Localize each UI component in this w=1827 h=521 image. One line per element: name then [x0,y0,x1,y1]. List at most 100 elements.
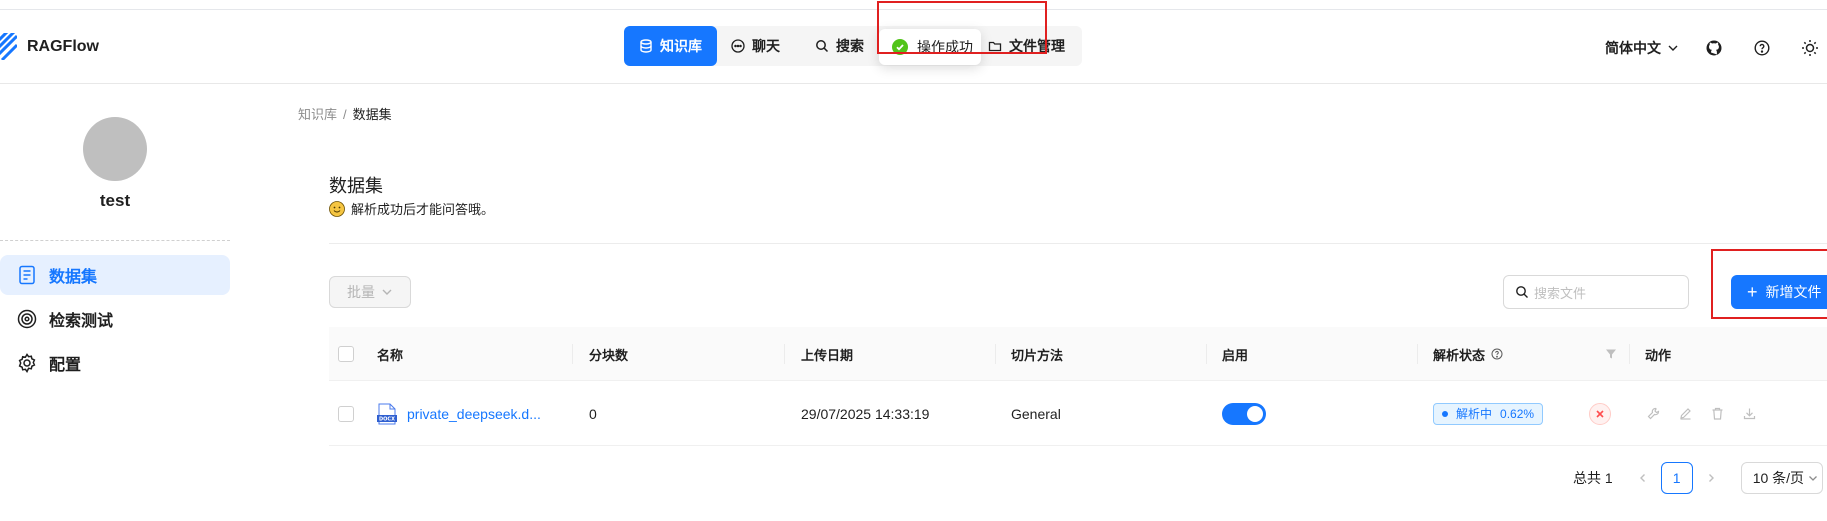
help-button[interactable] [1751,37,1773,59]
nav-label: 聊天 [752,38,780,54]
column-separator [995,344,996,364]
pagination: 总共 1 1 10 条/页 [1573,462,1823,494]
chat-icon [731,39,745,53]
pagination-total: 总共 1 [1573,470,1613,486]
breadcrumb-separator: / [343,107,347,122]
select-all-checkbox[interactable] [338,327,354,381]
file-name-link[interactable]: private_deepseek.d... [407,406,541,422]
sidebar-item-label: 配置 [49,357,82,374]
language-select[interactable]: 简体中文 [1605,38,1679,58]
page-number-button[interactable]: 1 [1660,462,1693,494]
file-search-input[interactable]: 搜索文件 [1503,275,1689,309]
document-icon [16,264,38,286]
sidebar-item-label: 检索测试 [49,313,114,330]
github-button[interactable] [1703,37,1725,59]
column-separator [784,344,785,364]
upload-date: 29/07/2025 14:33:19 [801,405,930,422]
table-header: 名称 分块数 上传日期 切片方法 启用 解析状态 动作 [329,327,1827,381]
column-separator [1206,344,1207,364]
breadcrumb-parent[interactable]: 知识库 [298,107,337,122]
gear-icon [16,352,38,374]
subtitle-text: 解析成功后才能问答哦。 [351,202,495,217]
annotation-highlight-toast [877,1,1047,54]
column-header-upload-date: 上传日期 [801,347,854,363]
row-checkbox[interactable] [338,381,354,446]
parser-method[interactable]: General [1011,381,1061,446]
github-icon [1706,40,1722,56]
chevron-down-icon [382,289,392,295]
column-header-parse-status: 解析状态 [1433,327,1503,381]
parse-status-cell: 解析中 0.62% [1433,381,1544,446]
download-icon[interactable] [1741,406,1757,422]
page-size-select[interactable]: 10 条/页 [1740,462,1823,494]
filter-icon[interactable] [1605,327,1617,381]
search-icon [815,39,829,53]
prev-page-button[interactable] [1627,462,1659,494]
file-name-cell: DOCX private_deepseek.d... [377,381,541,446]
status-badge: 解析中 0.62% [1433,402,1544,425]
logo[interactable]: RAGFlow [0,33,99,60]
nav-tab-search[interactable]: 搜索 [815,26,864,66]
info-icon[interactable] [1491,348,1503,360]
sidebar-item-label: 数据集 [49,269,98,286]
nav-tab-knowledge-base[interactable]: 知识库 [624,26,717,66]
help-icon [1754,40,1770,56]
annotation-highlight-add-file [1711,249,1827,319]
cancel-parse-button[interactable] [1589,381,1611,446]
column-separator [1629,344,1630,364]
column-separator [572,344,573,364]
sidebar-divider [0,240,230,241]
parse-status-label: 解析状态 [1433,347,1486,363]
sidebar-item-dataset[interactable]: 数据集 [0,255,230,295]
theme-toggle-button[interactable] [1799,37,1821,59]
close-icon [1589,402,1611,425]
docx-file-icon: DOCX [377,403,397,424]
column-header-enabled: 启用 [1222,347,1249,363]
column-header-chunks: 分块数 [589,347,629,363]
sidebar-item-retrieval-test[interactable]: 检索测试 [0,299,230,339]
column-header-actions: 动作 [1645,347,1672,363]
chunk-count: 0 [589,405,597,422]
bulk-actions-button[interactable]: 批量 [329,276,411,308]
column-header-parser: 切片方法 [1011,347,1064,363]
avatar [83,117,147,181]
status-label: 解析中 [1456,407,1493,421]
database-icon [639,39,653,53]
file-badge-text: DOCX [379,416,395,422]
content-divider [329,243,1827,244]
status-progress: 0.62% [1500,406,1535,421]
breadcrumb: 知识库 / 数据集 [298,104,392,123]
breadcrumb-current: 数据集 [352,107,392,122]
chevron-down-icon [1809,476,1818,481]
chevron-down-icon [1668,45,1678,51]
target-icon [16,308,38,330]
sidebar-item-config[interactable]: 配置 [0,343,230,383]
sun-icon [1802,40,1818,56]
search-placeholder: 搜索文件 [1534,285,1587,301]
edit-icon[interactable] [1677,406,1693,422]
nav-label: 知识库 [660,38,702,54]
app-name: RAGFlow [27,37,99,55]
page-title: 数据集 [329,176,383,196]
ragflow-logo-icon [0,33,17,60]
wrench-icon[interactable] [1645,406,1661,422]
enable-toggle[interactable] [1222,381,1266,446]
page-subtitle: 解析成功后才能问答哦。 [329,199,494,218]
language-label: 简体中文 [1605,40,1661,56]
trash-icon[interactable] [1709,406,1725,422]
chevron-left-icon [1639,474,1645,482]
nav-tab-chat[interactable]: 聊天 [731,26,780,66]
smile-icon [329,200,345,217]
nav-label: 搜索 [836,38,864,54]
search-icon [1516,286,1528,298]
status-dot [1442,410,1448,417]
page-size-label: 10 条/页 [1752,470,1805,486]
column-separator [1417,344,1418,364]
table-row: DOCX private_deepseek.d... 0 29/07/2025 … [329,381,1827,446]
bulk-label: 批量 [347,284,375,300]
column-header-name: 名称 [377,347,404,363]
username: test [99,191,131,210]
sidebar: test 数据集 检索测试 配置 [0,85,240,521]
chevron-right-icon [1708,474,1714,482]
next-page-button[interactable] [1695,462,1727,494]
